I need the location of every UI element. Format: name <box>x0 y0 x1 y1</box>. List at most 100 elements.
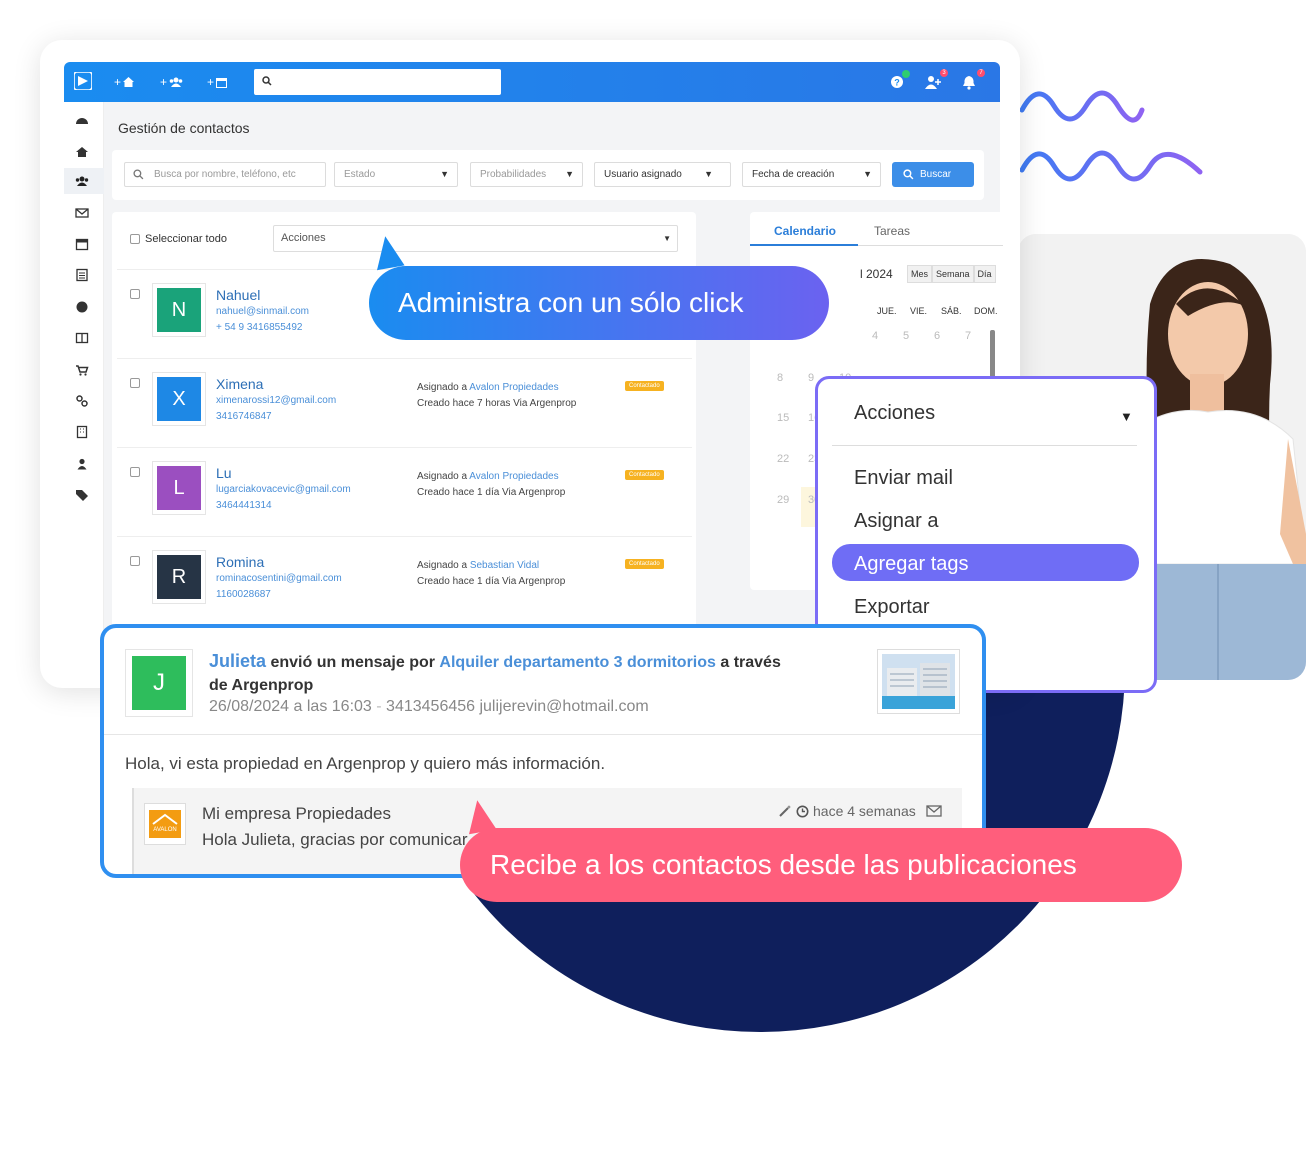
menu-item-enviar-mail[interactable]: Enviar mail <box>854 467 953 490</box>
globe-icon[interactable] <box>75 300 89 314</box>
search-icon <box>262 76 272 86</box>
list-icon[interactable] <box>75 268 89 282</box>
quick-add-property-button[interactable]: + <box>114 72 135 92</box>
calendar-day[interactable]: 7 <box>965 330 971 342</box>
user-icon[interactable] <box>75 457 89 471</box>
calendar-day[interactable]: 8 <box>777 372 783 384</box>
contact-email[interactable]: lugarciakovacevic@gmail.com <box>216 484 351 495</box>
plus-label: + <box>160 75 168 89</box>
contact-name[interactable]: Ximena <box>216 376 263 392</box>
user-plus-icon <box>925 76 941 89</box>
contact-name[interactable]: Lu <box>216 465 232 481</box>
tab-calendario[interactable]: Calendario <box>774 224 836 238</box>
envelope-icon[interactable] <box>926 805 942 817</box>
magic-wand-icon[interactable] <box>778 804 792 818</box>
menu-item-agregar-tags[interactable]: Agregar tags <box>854 553 969 576</box>
property-image <box>882 654 955 709</box>
tags-icon[interactable] <box>75 488 89 502</box>
global-search-input[interactable] <box>254 69 501 95</box>
page-title: Gestión de contactos <box>118 120 250 136</box>
reply-company-name: Mi empresa Propiedades <box>202 804 391 823</box>
calendar-day[interactable]: 9 <box>808 372 814 384</box>
row-checkbox[interactable] <box>130 467 140 477</box>
contact-name[interactable]: Nahuel <box>216 287 260 303</box>
menu-item-asignar[interactable]: Asignar a <box>854 510 939 533</box>
active-tab-indicator <box>750 244 858 246</box>
columns-icon[interactable] <box>75 331 89 345</box>
view-dia-button[interactable]: Día <box>973 265 996 283</box>
search-placeholder: Busca por nombre, teléfono, etc <box>154 169 296 180</box>
row-checkbox[interactable] <box>130 289 140 299</box>
contact-phone[interactable]: + 54 9 3416855492 <box>216 322 302 333</box>
checkbox[interactable] <box>130 234 140 244</box>
assigned-user-link[interactable]: Avalon Propiedades <box>469 471 558 482</box>
assigned-user-link[interactable]: Avalon Propiedades <box>469 382 558 393</box>
view-semana-button[interactable]: Semana <box>932 265 974 283</box>
dashboard-icon[interactable] <box>75 114 89 128</box>
probabilidades-select[interactable]: Probabilidades ▼ <box>470 162 583 187</box>
tab-tareas[interactable]: Tareas <box>874 224 910 238</box>
mail-icon[interactable] <box>75 206 89 220</box>
sender-name[interactable]: Julieta <box>209 651 266 671</box>
building-icon[interactable] <box>75 425 89 439</box>
contact-phone[interactable]: 3416746847 <box>216 411 272 422</box>
assigned-user-link[interactable]: Sebastian Vidal <box>470 560 539 571</box>
reply-meta: hace 4 semanas <box>778 803 942 819</box>
home-icon[interactable] <box>75 145 89 159</box>
quick-add-contact-button[interactable]: + <box>160 72 183 92</box>
property-thumbnail[interactable] <box>877 649 960 714</box>
plus-label: + <box>207 75 215 89</box>
link-icon[interactable] <box>75 394 89 408</box>
assigned-prefix: Asignado a <box>417 560 468 571</box>
quick-add-event-button[interactable]: + <box>207 72 228 92</box>
contact-requests-button[interactable]: 3 <box>925 69 948 92</box>
dropdown-title[interactable]: Acciones <box>854 402 935 425</box>
row-checkbox[interactable] <box>130 556 140 566</box>
contact-row[interactable]: R Romina rominacosentini@gmail.com 11600… <box>117 536 692 624</box>
contact-search-input[interactable]: Busca por nombre, teléfono, etc <box>124 162 326 187</box>
listing-link[interactable]: Alquiler departamento 3 dormitorios <box>439 654 715 671</box>
buscar-button[interactable]: Buscar <box>892 162 974 187</box>
search-icon <box>133 169 144 180</box>
status-badge: Contactado <box>625 381 664 391</box>
view-mes-button[interactable]: Mes <box>907 265 933 283</box>
contact-row[interactable]: X Ximena ximenarossi12@gmail.com 3416746… <box>117 358 692 446</box>
message-meta: 26/08/2024 a las 16:03 - 3413456456 juli… <box>209 698 649 715</box>
contact-phone[interactable]: 3464441314 <box>216 500 272 511</box>
tab-divider <box>858 245 1003 246</box>
usuario-asignado-select[interactable]: Usuario asignado ▼ <box>594 162 731 187</box>
cart-icon[interactable] <box>75 363 89 377</box>
menu-item-exportar[interactable]: Exportar <box>854 596 930 619</box>
avatar-initial: N <box>157 288 201 332</box>
message-text-1: envió un mensaje por <box>270 654 435 671</box>
contact-phone[interactable]: 1160028687 <box>216 589 271 600</box>
help-button[interactable]: ? <box>890 70 910 92</box>
calendar-day[interactable]: 22 <box>777 453 789 465</box>
select-all-checkbox[interactable]: Seleccionar todo <box>130 233 227 245</box>
users-badge: 3 <box>940 69 948 77</box>
caret-down-icon[interactable]: ▼ <box>1120 409 1133 424</box>
contact-name[interactable]: Romina <box>216 554 264 570</box>
contact-row[interactable]: L Lu lugarciakovacevic@gmail.com 3464441… <box>117 447 692 535</box>
contact-email[interactable]: rominacosentini@gmail.com <box>216 573 342 584</box>
contacts-icon[interactable] <box>75 174 89 188</box>
fecha-creacion-select[interactable]: Fecha de creación ▼ <box>742 162 881 187</box>
calendar-icon[interactable] <box>75 237 89 251</box>
calendar-day[interactable]: 29 <box>777 494 789 506</box>
calendar-day[interactable]: 6 <box>934 330 940 342</box>
calendar-day[interactable]: 15 <box>777 412 789 424</box>
weekday-header: SÁB. <box>941 306 962 316</box>
calendar-day[interactable]: 5 <box>903 330 909 342</box>
avatar-initial: R <box>157 555 201 599</box>
estado-select[interactable]: Estado ▼ <box>334 162 458 187</box>
contact-email[interactable]: nahuel@sinmail.com <box>216 306 309 317</box>
svg-text:?: ? <box>894 78 900 88</box>
assigned-prefix: Asignado a <box>417 382 468 393</box>
notifications-button[interactable]: 7 <box>962 69 985 92</box>
row-checkbox[interactable] <box>130 378 140 388</box>
logo-icon[interactable] <box>74 72 92 90</box>
acciones-select[interactable]: Acciones ▼ <box>273 225 678 252</box>
status-badge: Contactado <box>625 470 664 480</box>
contact-email[interactable]: ximenarossi12@gmail.com <box>216 395 336 406</box>
calendar-day[interactable]: 4 <box>872 330 878 342</box>
